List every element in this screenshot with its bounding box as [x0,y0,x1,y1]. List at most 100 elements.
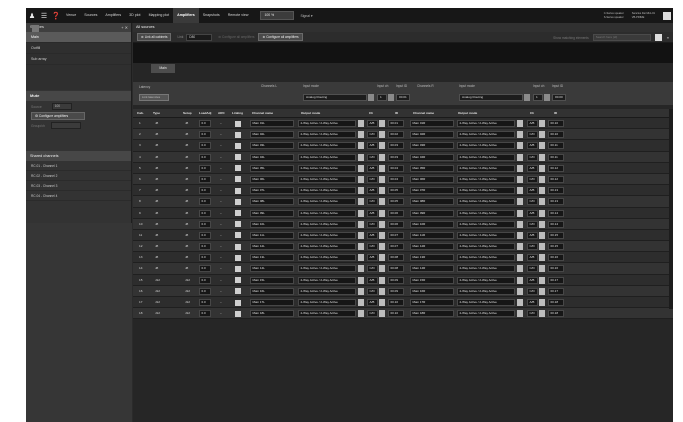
ch-r-field[interactable]: A/B [527,164,538,172]
linking-checkbox[interactable] [235,142,241,149]
id-r-field[interactable]: 00.12 [548,175,564,183]
load-adj-field[interactable]: 0.0 [199,187,211,195]
channel-name-l-field[interactable]: Main 08L [250,198,294,206]
output-mode-l-select[interactable]: 2-Way Active / 2-Way Active [298,175,356,183]
ch-l-dropdown[interactable] [379,243,385,251]
channel-name-l-field[interactable]: Main 03L [250,142,294,150]
shared-channel-item[interactable]: RC.01 - Channel 1 [26,161,131,171]
ch-l-field[interactable]: C/D [367,243,378,251]
output-mode-l-dropdown[interactable] [358,231,364,239]
output-mode-r-select[interactable]: 2-Way Active / 2-Way Active [457,287,515,295]
menu-item[interactable]: Sources [80,8,101,23]
ch-l-dropdown[interactable] [379,220,385,228]
load-adj-field[interactable]: 0.0 [199,310,211,318]
channel-name-r-field[interactable]: Main 03R [410,142,454,150]
output-mode-l-select[interactable]: 2-Way Active / 2-Way Active [298,142,356,150]
person-icon[interactable]: ♟ [26,8,38,23]
linking-checkbox[interactable] [235,198,241,205]
input-mode-dropdown-r[interactable] [524,94,530,101]
menu-item[interactable]: Amplifiers [173,8,199,23]
input-mode-select-l[interactable]: Analog Routing [303,94,367,101]
ch-r-dropdown[interactable] [539,164,545,172]
output-mode-l-select[interactable]: 2-Way Active / 2-Way Active [298,164,356,172]
zoom-field[interactable]: 100 % [260,11,295,20]
ch-l-dropdown[interactable] [379,254,385,262]
ch-l-field[interactable]: C/D [367,175,378,183]
ch-r-dropdown[interactable] [539,243,545,251]
id-l-field[interactable]: 00.04 [388,164,404,172]
link-all-cabinets-button[interactable]: ⚙ Link all cabinets [137,33,172,41]
id-l-field[interactable]: 00.03 [388,153,404,161]
search-input[interactable]: Search here (id) [592,34,651,41]
output-mode-r-dropdown[interactable] [517,131,523,139]
link-select[interactable]: D80 [186,33,213,41]
output-mode-l-select[interactable]: 2-Way Active / 2-Way Active [298,153,356,161]
ch-l-field[interactable]: C/D [367,198,378,206]
channel-name-r-field[interactable]: Main 02R [410,131,454,139]
link-latencies-button[interactable]: Link latencies [139,94,169,101]
ch-r-field[interactable]: A/B [527,276,538,284]
shared-channel-item[interactable]: RC.03 - Channel 3 [26,181,131,191]
id-r-field[interactable]: 00.15 [548,231,564,239]
id-r-field[interactable]: 00.14 [548,209,564,217]
linking-checkbox[interactable] [235,210,241,216]
ch-r-field[interactable]: A/B [527,142,538,150]
ch-l-field[interactable]: C/D [367,153,378,161]
ch-r-dropdown[interactable] [539,120,545,127]
output-mode-r-select[interactable]: 2-Way Active / 2-Way Active [457,276,515,284]
input-mode-select-r[interactable]: Analog Routing [459,94,523,101]
ch-r-dropdown[interactable] [539,131,545,139]
ch-l-dropdown[interactable] [379,209,385,217]
id-l-field[interactable]: 00.09 [388,276,404,284]
id-l-field[interactable]: 00.10 [388,299,404,306]
id-r-field[interactable]: 00.11 [548,153,564,161]
linking-checkbox[interactable] [235,176,241,183]
output-mode-r-select[interactable]: 2-Way Active / 2-Way Active [457,209,515,217]
output-mode-l-dropdown[interactable] [358,299,364,306]
ch-r-field[interactable]: A/B [527,231,538,239]
input-id-field-r[interactable]: 00.00 [552,94,566,101]
output-mode-r-select[interactable]: 2-Way Active / 2-Way Active [457,120,515,127]
input-ch-field-l[interactable]: 1 [377,94,387,101]
id-r-field[interactable]: 00.10 [548,131,564,139]
tab-main[interactable]: Main [151,64,175,73]
channel-name-l-field[interactable]: Main 05L [250,164,294,172]
linking-checkbox[interactable] [235,120,241,127]
load-adj-field[interactable]: 0.0 [199,243,211,251]
id-l-field[interactable]: 00.05 [388,187,404,195]
output-mode-l-select[interactable]: 2-Way Active / 2-Way Active [298,231,356,239]
output-mode-l-select[interactable]: 2-Way Active / 2-Way Active [298,187,356,195]
input-ch-field-r[interactable]: 1 [533,94,543,101]
output-mode-l-select[interactable]: 2-Way Active / 2-Way Active [298,265,356,273]
id-l-field[interactable]: 00.02 [388,131,404,139]
menu-item[interactable]: Amplifiers [101,8,125,23]
ch-r-dropdown[interactable] [539,231,545,239]
ch-l-dropdown[interactable] [379,187,385,195]
id-r-field[interactable]: 00.18 [548,310,564,318]
ch-r-field[interactable]: C/D [527,153,538,161]
output-mode-r-dropdown[interactable] [517,287,523,295]
ch-r-dropdown[interactable] [539,153,545,161]
menu-item[interactable]: 3D plot [125,8,144,23]
ch-l-dropdown[interactable] [379,265,385,273]
ch-r-dropdown[interactable] [539,198,545,206]
channel-name-l-field[interactable]: Main 11L [250,231,294,239]
menu-item[interactable]: Remote view [224,8,253,23]
id-l-field[interactable]: 00.10 [388,310,404,318]
output-mode-r-select[interactable]: 2-Way Active / 2-Way Active [457,265,515,273]
linking-checkbox[interactable] [235,154,241,161]
id-l-field[interactable]: 00.03 [388,142,404,150]
id-l-field[interactable]: 00.07 [388,243,404,251]
ch-l-field[interactable]: A/B [367,231,378,239]
ch-r-field[interactable]: C/D [527,131,538,139]
load-adj-field[interactable]: 0.0 [199,209,211,217]
channel-name-r-field[interactable]: Main 04R [410,153,454,161]
id-l-field[interactable]: 00.07 [388,231,404,239]
id-r-field[interactable]: 00.10 [548,120,564,127]
output-mode-l-dropdown[interactable] [358,220,364,228]
shared-channel-item[interactable]: RC.02 - Channel 2 [26,171,131,181]
output-mode-l-dropdown[interactable] [358,120,364,127]
output-mode-r-select[interactable]: 2-Way Active / 2-Way Active [457,243,515,251]
channel-name-r-field[interactable]: Main 01R [410,120,454,127]
ch-l-field[interactable]: A/B [367,187,378,195]
